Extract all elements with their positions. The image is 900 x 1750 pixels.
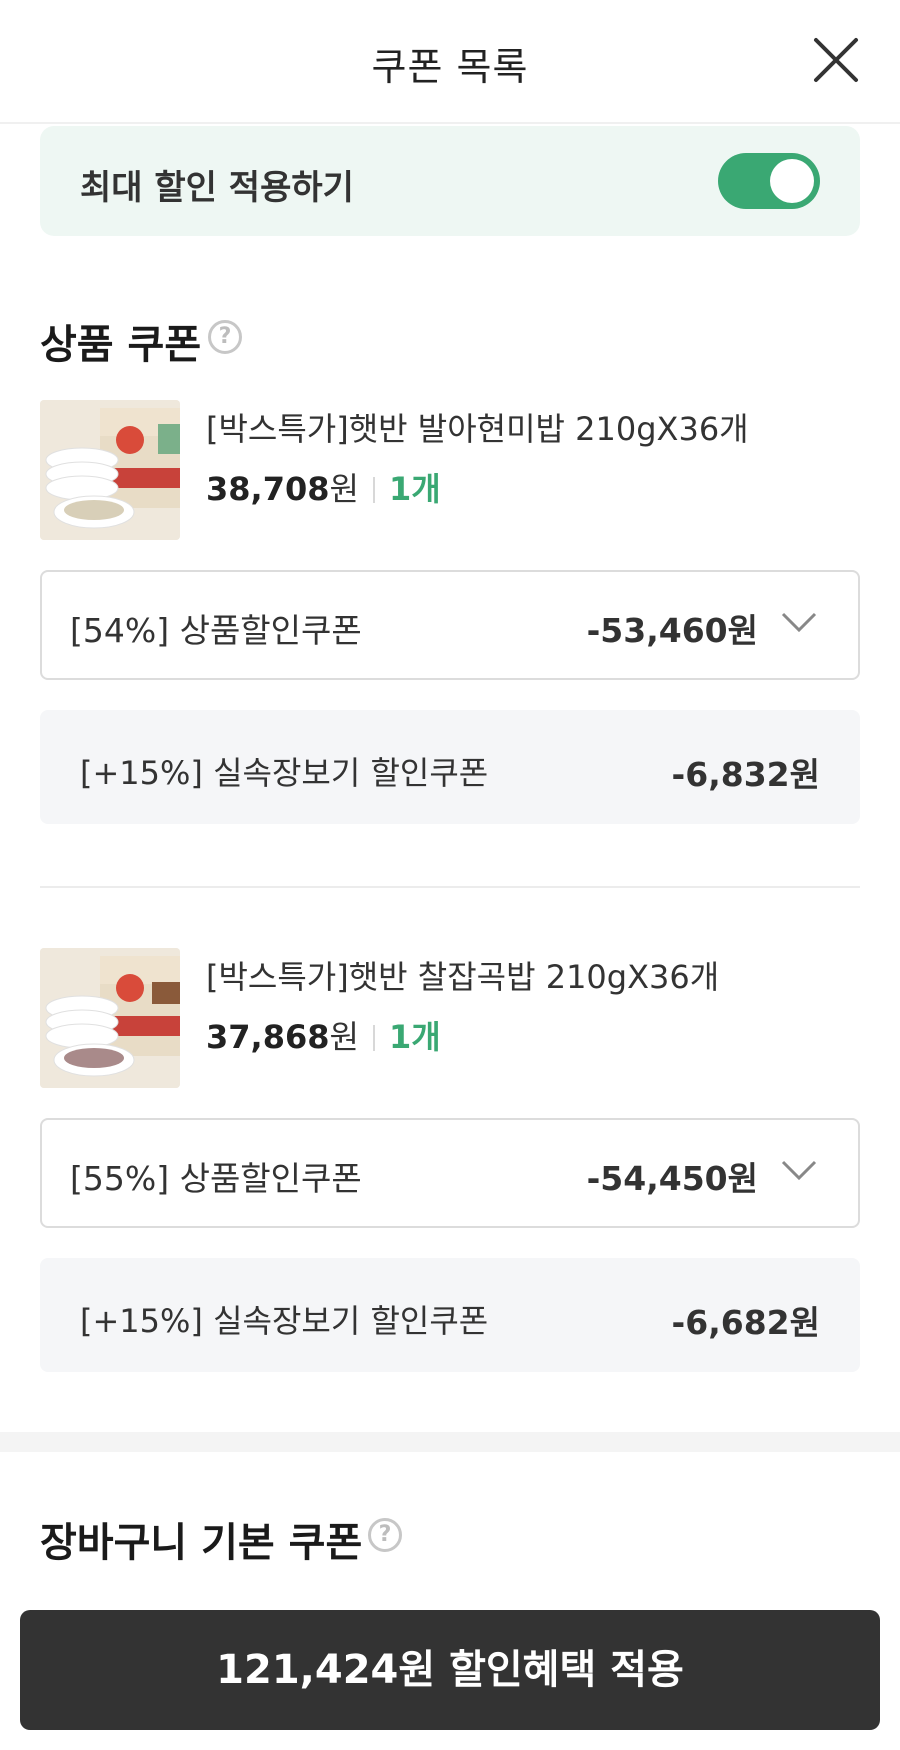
apply-discount-button[interactable]: 121,424원 할인혜택 적용: [20, 1610, 880, 1730]
extra-coupon-amount: -6,682원: [671, 1303, 820, 1342]
coupon-select-dropdown[interactable]: [55%] 상품할인쿠폰 -54,450원: [40, 1118, 860, 1228]
extra-coupon-name: [+15%] 실속장보기 할인쿠폰: [80, 754, 489, 792]
coupon-name: [54%] 상품할인쿠폰: [70, 611, 362, 650]
toggle-knob: [770, 159, 814, 203]
product-quantity: 1개: [388, 1018, 441, 1056]
close-icon[interactable]: [812, 36, 860, 84]
help-icon[interactable]: ?: [208, 320, 242, 354]
max-discount-toggle[interactable]: [718, 153, 820, 209]
price-line: 38,708원 1개: [206, 464, 441, 510]
currency-label: 원: [329, 1018, 359, 1056]
header: 쿠폰 목록: [0, 0, 900, 124]
product-price: 38,708: [206, 470, 330, 508]
product-thumbnail: [40, 400, 180, 540]
extra-coupon-row: [+15%] 실속장보기 할인쿠폰 -6,832원: [40, 710, 860, 824]
currency-label: 원: [329, 470, 359, 508]
product-name: [박스특가]햇반 발아현미밥 210gX36개: [206, 410, 749, 448]
max-discount-panel: 최대 할인 적용하기: [40, 126, 860, 236]
help-icon[interactable]: ?: [368, 1518, 402, 1552]
extra-coupon-name: [+15%] 실속장보기 할인쿠폰: [80, 1302, 489, 1340]
page-title: 쿠폰 목록: [371, 45, 529, 89]
max-discount-label: 최대 할인 적용하기: [80, 168, 354, 208]
divider: [40, 886, 860, 888]
extra-coupon-row: [+15%] 실속장보기 할인쿠폰 -6,682원: [40, 1258, 860, 1372]
cart-coupon-title: 장바구니 기본 쿠폰: [40, 1520, 363, 1566]
separator: [372, 477, 375, 503]
coupon-amount: -53,460원: [586, 611, 758, 650]
coupon-amount: -54,450원: [586, 1159, 758, 1198]
coupon-select-dropdown[interactable]: [54%] 상품할인쿠폰 -53,460원: [40, 570, 860, 680]
extra-coupon-amount: -6,832원: [671, 755, 820, 794]
product-name: [박스특가]햇반 찰잡곡밥 210gX36개: [206, 958, 720, 996]
coupon-name: [55%] 상품할인쿠폰: [70, 1159, 362, 1198]
product-coupon-title: 상품 쿠폰: [40, 322, 202, 368]
product-price: 37,868: [206, 1018, 330, 1056]
price-line: 37,868원 1개: [206, 1012, 441, 1058]
product-quantity: 1개: [388, 470, 441, 508]
chevron-down-icon: [780, 610, 818, 636]
section-separator: [0, 1432, 900, 1452]
product-thumbnail: [40, 948, 180, 1088]
separator: [372, 1025, 375, 1051]
chevron-down-icon: [780, 1158, 818, 1184]
